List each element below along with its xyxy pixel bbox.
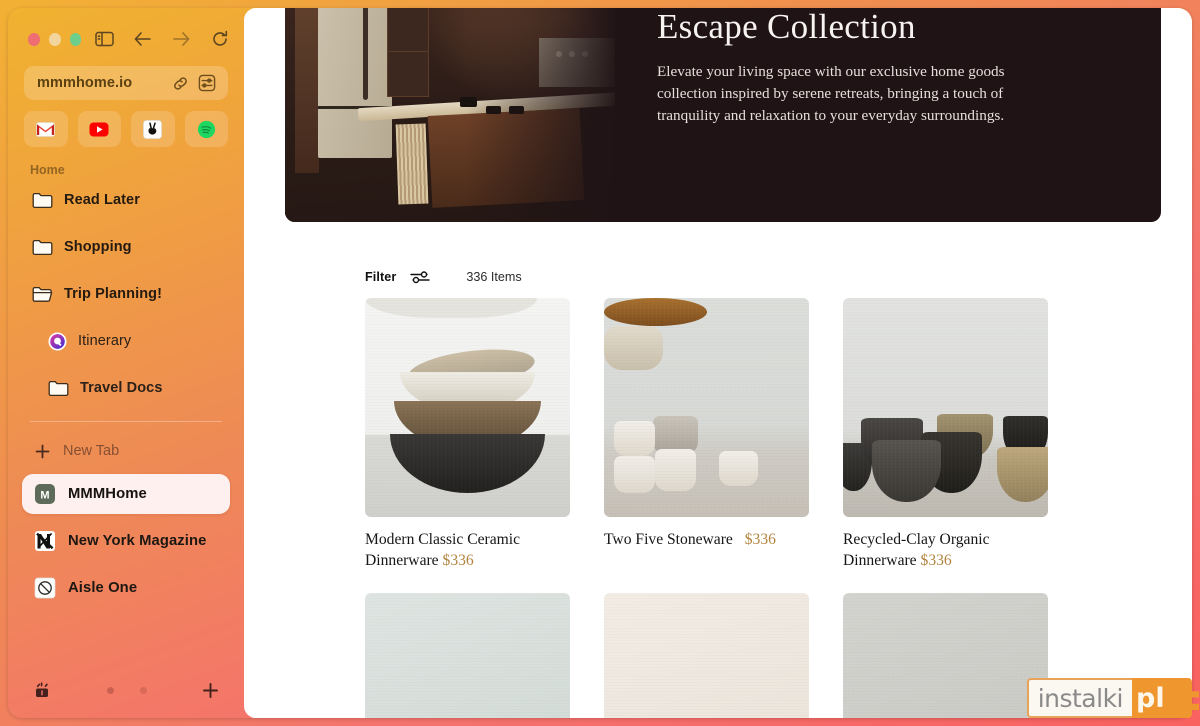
product-image[interactable] xyxy=(843,593,1048,718)
sidebar-item-label: Trip Planning! xyxy=(64,286,163,302)
tab-mmmhome[interactable]: M MMMHome xyxy=(22,474,230,514)
sidebar-item-trip-planning[interactable]: Trip Planning! xyxy=(22,275,230,313)
sidebar-section-label: Home xyxy=(30,163,65,177)
space-page-dots[interactable] xyxy=(52,686,201,694)
sidebar-item-label: Shopping xyxy=(64,239,132,255)
plus-icon xyxy=(34,443,51,460)
product-meta: Recycled-Clay Organic Dinnerware $336 xyxy=(843,530,1048,571)
product-title: Two Five Stoneware xyxy=(604,531,733,548)
add-space-icon[interactable] xyxy=(201,681,220,700)
watermark: instalki pl xyxy=(1026,678,1192,718)
browser-window-root: mmmhome.io Home Read Later Shopping Trip… xyxy=(0,0,1200,726)
hero-image xyxy=(285,8,615,222)
product-image[interactable] xyxy=(365,593,570,718)
maximize-window-button[interactable] xyxy=(69,32,82,46)
sidebar-item-itinerary[interactable]: Itinerary xyxy=(22,322,230,360)
sidebar-folder-list: Read Later Shopping Trip Planning! Itine… xyxy=(22,181,230,407)
filter-label[interactable]: Filter xyxy=(365,270,396,284)
product-image[interactable] xyxy=(365,298,570,517)
hero-banner: Escape Collection Elevate your living sp… xyxy=(285,8,1161,222)
item-count: 336 Items xyxy=(466,270,522,284)
reload-icon[interactable] xyxy=(210,28,230,50)
filter-bar: Filter 336 Items xyxy=(365,270,1192,284)
product-grid: Modern Classic Ceramic Dinnerware $336 T… xyxy=(365,298,1192,718)
minimize-window-button[interactable] xyxy=(48,32,61,46)
page-settings-icon[interactable] xyxy=(197,73,217,93)
hero-text-block: Escape Collection Elevate your living sp… xyxy=(615,8,1161,222)
sliders-icon[interactable] xyxy=(410,270,431,284)
youtube-icon xyxy=(89,119,109,139)
svg-text:M: M xyxy=(40,489,49,501)
spaces-icon[interactable] xyxy=(32,680,52,700)
tab-label: New York Magazine xyxy=(68,533,207,549)
product-card[interactable] xyxy=(843,593,1048,718)
shortcut-youtube[interactable] xyxy=(77,111,121,147)
sidebar-item-label: Read Later xyxy=(64,192,140,208)
sidebar-item-travel-docs[interactable]: Travel Docs xyxy=(22,369,230,407)
folder-icon xyxy=(32,191,53,209)
folder-open-icon xyxy=(32,285,53,303)
new-tab-label: New Tab xyxy=(63,443,120,459)
browser-window: mmmhome.io Home Read Later Shopping Trip… xyxy=(8,8,1192,718)
peace-hand-icon xyxy=(143,119,163,139)
sidebar-toggle-icon[interactable] xyxy=(94,28,114,50)
product-card[interactable] xyxy=(365,593,570,718)
folder-icon xyxy=(48,379,69,397)
shortcut-angellist[interactable] xyxy=(131,111,175,147)
product-image[interactable] xyxy=(604,298,809,517)
forward-arrow-icon[interactable] xyxy=(171,28,191,50)
link-icon[interactable] xyxy=(170,73,190,93)
app-icon xyxy=(48,332,67,351)
product-card[interactable]: Modern Classic Ceramic Dinnerware $336 xyxy=(365,298,570,571)
sidebar-bottom-bar xyxy=(22,670,230,710)
watermark-text-left: instalki xyxy=(1026,678,1132,718)
aisleone-favicon xyxy=(34,577,56,599)
close-window-button[interactable] xyxy=(28,32,40,46)
tab-label: MMMHome xyxy=(68,486,147,502)
spotify-icon xyxy=(196,119,216,139)
gmail-icon xyxy=(36,119,56,139)
product-meta: Modern Classic Ceramic Dinnerware $336 xyxy=(365,530,570,571)
sidebar-divider xyxy=(30,421,222,422)
new-tab-button[interactable]: New Tab xyxy=(22,434,230,468)
sidebar-item-read-later[interactable]: Read Later xyxy=(22,181,230,219)
page-scroll-area[interactable]: Escape Collection Elevate your living sp… xyxy=(244,8,1192,718)
shortcut-spotify[interactable] xyxy=(184,111,228,147)
sidebar-item-shopping[interactable]: Shopping xyxy=(22,228,230,266)
sidebar-item-label: Itinerary xyxy=(78,333,132,349)
tab-aisle-one[interactable]: Aisle One xyxy=(22,568,230,608)
sidebar: mmmhome.io Home Read Later Shopping Trip… xyxy=(8,8,244,718)
product-meta: Two Five Stoneware $336 xyxy=(604,530,809,551)
product-price: $336 xyxy=(920,551,952,569)
page-dot[interactable] xyxy=(139,686,147,694)
tab-list: M MMMHome New York Magazine Aisle One xyxy=(22,474,230,608)
shortcut-row xyxy=(24,111,228,147)
hero-description: Elevate your living space with our exclu… xyxy=(657,62,1005,125)
back-arrow-icon[interactable] xyxy=(132,28,152,50)
tab-label: Aisle One xyxy=(68,580,138,596)
product-image[interactable] xyxy=(604,593,809,718)
page-dot-active[interactable] xyxy=(106,686,114,694)
window-controls xyxy=(28,26,230,52)
nymag-favicon xyxy=(34,530,56,552)
product-title: Recycled-Clay Organic Dinnerware xyxy=(843,531,990,569)
product-card[interactable]: Recycled-Clay Organic Dinnerware $336 xyxy=(843,298,1048,571)
tab-new-york-magazine[interactable]: New York Magazine xyxy=(22,521,230,561)
page-content: Escape Collection Elevate your living sp… xyxy=(244,8,1192,718)
sidebar-item-label: Travel Docs xyxy=(80,380,163,396)
address-bar-url: mmmhome.io xyxy=(37,75,133,91)
product-card[interactable]: Two Five Stoneware $336 xyxy=(604,298,809,571)
folder-icon xyxy=(32,238,53,256)
product-price: $336 xyxy=(442,551,474,569)
address-bar[interactable]: mmmhome.io xyxy=(24,66,228,100)
product-card[interactable] xyxy=(604,593,809,718)
shortcut-gmail[interactable] xyxy=(24,111,68,147)
hero-title: Escape Collection xyxy=(657,8,916,46)
product-image[interactable] xyxy=(843,298,1048,517)
watermark-text-right: pl xyxy=(1132,678,1192,718)
product-price: $336 xyxy=(744,531,776,548)
mmmhome-favicon: M xyxy=(34,483,56,505)
